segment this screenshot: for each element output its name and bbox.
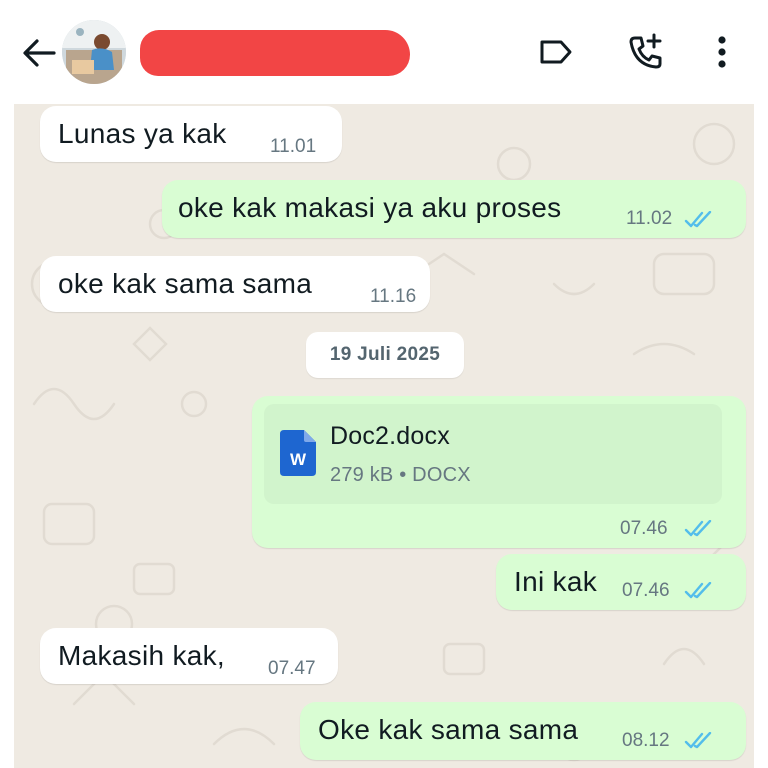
message-time: 11.16 xyxy=(370,286,417,307)
read-ticks-icon xyxy=(684,582,712,599)
message-text: Oke kak sama sama xyxy=(318,714,579,745)
word-icon-letter: W xyxy=(289,450,307,469)
message-incoming[interactable]: oke kak sama sama 11.16 xyxy=(40,256,430,312)
message-outgoing[interactable]: Ini kak 07.46 xyxy=(496,554,746,610)
date-divider: 19 Juli 2025 xyxy=(306,332,464,378)
message-text: Ini kak xyxy=(514,566,598,597)
message-time: 11.02 xyxy=(626,208,673,229)
message-time: 11.01 xyxy=(270,136,317,157)
label-button[interactable] xyxy=(536,30,576,74)
message-outgoing[interactable]: oke kak makasi ya aku proses 11.02 xyxy=(162,180,746,238)
label-icon xyxy=(540,40,572,64)
read-ticks-icon xyxy=(684,520,712,537)
chat-area[interactable]: Lunas ya kak 11.01 oke kak makasi ya aku… xyxy=(14,104,754,768)
message-time: 07.47 xyxy=(268,658,316,679)
more-vertical-icon xyxy=(718,36,726,68)
message-outgoing[interactable]: Oke kak sama sama 08.12 xyxy=(300,702,746,760)
document-attachment[interactable]: W Doc2.docx 279 kB • DOCX xyxy=(264,404,722,504)
chat-header xyxy=(0,0,768,104)
message-time: 07.46 xyxy=(622,580,670,601)
back-arrow-icon xyxy=(23,39,56,67)
avatar-photo xyxy=(62,20,126,84)
contact-name-redaction xyxy=(140,30,410,76)
message-incoming[interactable]: Lunas ya kak 11.01 xyxy=(40,106,342,162)
message-time: 07.46 xyxy=(620,518,668,539)
message-text: Lunas ya kak xyxy=(58,118,227,149)
message-text: oke kak makasi ya aku proses xyxy=(178,192,562,223)
message-text: oke kak sama sama xyxy=(58,268,313,299)
contact-avatar[interactable] xyxy=(62,20,126,84)
message-incoming[interactable]: Makasih kak, 07.47 xyxy=(40,628,338,684)
more-options-button[interactable] xyxy=(702,30,742,74)
document-name: Doc2.docx xyxy=(330,422,450,450)
add-call-button[interactable] xyxy=(626,30,666,74)
message-text: Makasih kak, xyxy=(58,640,225,671)
back-button[interactable] xyxy=(20,34,58,72)
add-call-icon xyxy=(629,33,662,69)
document-meta: 279 kB • DOCX xyxy=(330,464,471,486)
message-time: 08.12 xyxy=(622,730,670,751)
read-ticks-icon xyxy=(684,732,712,749)
read-ticks-icon xyxy=(684,211,712,228)
